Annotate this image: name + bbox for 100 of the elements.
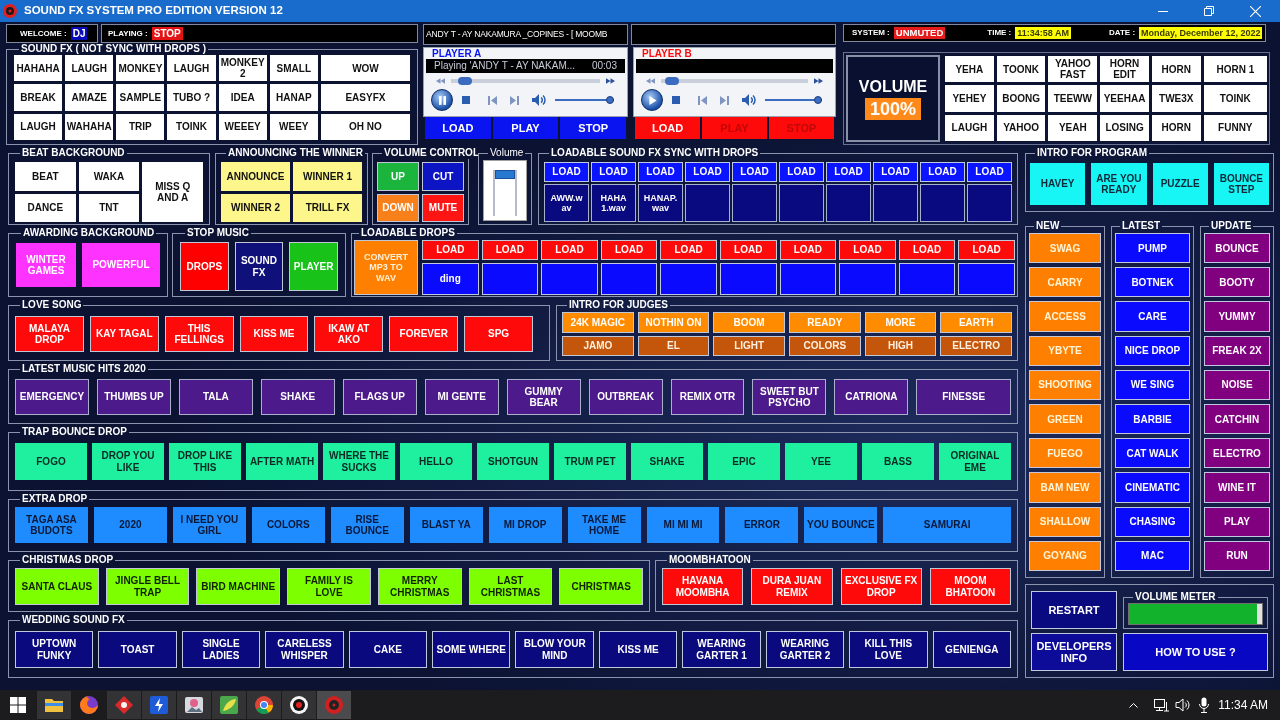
sound-button[interactable]: LAUGH (14, 113, 63, 140)
load-button[interactable]: LOAD (660, 240, 717, 260)
sound-button[interactable]: MISS Q AND A (142, 162, 203, 222)
song-button[interactable]: THUMBS UP (96, 379, 171, 415)
sound-button[interactable]: WEARING GARTER 1 (682, 631, 761, 668)
sound-button[interactable]: TWE3X (1151, 85, 1201, 112)
stop-button[interactable]: STOP (560, 117, 626, 139)
stop-button[interactable]: DROPS (180, 242, 229, 291)
sound-button[interactable]: TEEWW (1048, 85, 1098, 112)
load-button[interactable]: LOAD (635, 117, 700, 139)
intro-button[interactable]: PUZZLE (1152, 163, 1208, 205)
sound-button[interactable]: WOW (320, 55, 410, 82)
song-button[interactable]: BARBIE (1115, 404, 1190, 435)
sound-button[interactable]: LAUGH (945, 114, 994, 141)
speaker-icon[interactable] (1175, 698, 1191, 712)
drop-button[interactable]: SAMURAI (883, 507, 1011, 543)
sound-button[interactable]: MONKEY 2 (218, 55, 267, 82)
drop-button[interactable]: YEE (785, 443, 857, 480)
load-button[interactable]: LOAD (732, 162, 777, 182)
song-button[interactable]: TALA (178, 379, 253, 415)
drop-button[interactable]: AFTER MATH (246, 443, 318, 480)
sound-button[interactable]: BLOW YOUR MIND (515, 631, 594, 668)
sound-button[interactable]: AMAZE (65, 84, 114, 111)
drop-button[interactable]: EPIC (708, 443, 780, 480)
help-button[interactable]: HOW TO USE ? (1123, 633, 1268, 671)
song-button[interactable]: MALAYA DROP (15, 316, 84, 352)
intro-button[interactable]: ELECTRO (940, 335, 1012, 356)
drop-button[interactable]: HELLO (400, 443, 472, 480)
sound-button[interactable]: CARELESS WHISPER (265, 631, 344, 668)
song-button[interactable]: KAY TAGAL (89, 316, 159, 352)
song-button[interactable]: SPG (464, 316, 533, 352)
sound-button[interactable]: TOAST (98, 631, 177, 668)
sound-button[interactable]: MONKEY (116, 55, 165, 82)
intro-button[interactable]: HAVEY (1030, 163, 1086, 205)
sound-button[interactable]: DANCE (15, 193, 76, 222)
intro-button[interactable]: LIGHT (713, 335, 785, 356)
song-button[interactable]: FREAK 2X (1204, 335, 1270, 366)
song-button[interactable]: PLAY (1204, 506, 1270, 537)
load-button[interactable]: LOAD (422, 240, 479, 260)
sound-button[interactable]: KILL THIS LOVE (849, 631, 928, 668)
load-button[interactable]: LOAD (638, 162, 683, 182)
load-button[interactable]: LOAD (541, 240, 598, 260)
load-button[interactable]: LOAD (967, 162, 1012, 182)
sound-button[interactable]: BREAK (14, 84, 63, 111)
song-button[interactable]: KISS ME (239, 316, 309, 352)
song-button[interactable]: BOUNCE (1204, 233, 1270, 264)
song-button[interactable]: WINE IT (1204, 472, 1270, 503)
song-button[interactable]: IKAW AT AKO (314, 316, 384, 352)
sound-button[interactable]: YAHOO FAST (1048, 56, 1098, 83)
seek-slider[interactable] (451, 77, 600, 85)
drop-button[interactable]: YOU BOUNCE (804, 507, 878, 543)
taskbar-button[interactable] (212, 691, 246, 719)
drop-button[interactable]: SANTA CLAUS (15, 568, 99, 605)
seek-thumb[interactable] (665, 77, 679, 85)
volume-slider[interactable] (555, 96, 614, 104)
sound-button[interactable]: TRILL FX (293, 193, 362, 222)
song-button[interactable]: CATRIONA (834, 379, 909, 415)
load-button[interactable]: LOAD (839, 240, 896, 260)
sound-button[interactable]: SMALL (269, 55, 318, 82)
drop-button[interactable]: WHERE THE SUCKS (323, 443, 395, 480)
restart-button[interactable]: RESTART (1031, 591, 1117, 629)
load-button[interactable]: LOAD (481, 240, 539, 260)
song-button[interactable]: CAT WALK (1115, 438, 1190, 469)
drop-button[interactable]: MERRY CHRISTMAS (377, 568, 462, 605)
drop-button[interactable]: BASS (862, 443, 934, 480)
sound-button[interactable]: GENIENGA (932, 631, 1011, 668)
intro-button[interactable]: HIGH (864, 335, 937, 356)
taskbar-button[interactable] (37, 691, 71, 719)
volume-button[interactable]: CUT (422, 162, 464, 191)
load-button[interactable]: LOAD (685, 162, 730, 182)
sound-button[interactable]: HORN 1 (1203, 56, 1267, 83)
sound-button[interactable]: YEEHAA (1100, 85, 1149, 112)
sound-button[interactable]: HORN (1151, 56, 1201, 83)
load-button[interactable]: LOAD (920, 162, 965, 182)
taskbar-button[interactable] (247, 691, 281, 719)
sound-button[interactable]: TOINK (1203, 85, 1267, 112)
next-icon[interactable] (720, 95, 729, 105)
play-button[interactable] (641, 89, 663, 111)
sound-button[interactable]: TUBO ? (167, 84, 216, 111)
drop-button[interactable]: BIRD MACHINE (196, 568, 281, 605)
song-button[interactable]: CATCHIN (1204, 404, 1270, 435)
drop-button[interactable]: EXCLUSIVE FX DROP (840, 568, 922, 605)
drop-button[interactable]: LAST CHRISTMAS (468, 568, 553, 605)
drop-button[interactable]: CHRISTMAS (559, 568, 643, 605)
sound-button[interactable]: BOONG (996, 85, 1046, 112)
load-button[interactable]: LOAD (779, 240, 837, 260)
song-button[interactable]: REMIX OTR (670, 379, 745, 415)
play-button[interactable]: PLAY (492, 117, 559, 139)
song-button[interactable]: BOTNEK (1115, 267, 1190, 298)
sound-button[interactable]: TOONK (996, 56, 1046, 83)
song-button[interactable]: BOOTY (1204, 267, 1270, 298)
drop-button[interactable]: DURA JUAN REMIX (751, 568, 833, 605)
load-button[interactable]: LOAD (544, 162, 589, 182)
sound-button[interactable]: TOINK (167, 113, 216, 140)
load-button[interactable]: LOAD (591, 162, 636, 182)
drop-button[interactable]: DROP YOU LIKE (92, 443, 164, 480)
sound-button[interactable]: SINGLE LADIES (181, 631, 261, 668)
drop-button[interactable]: ORIGINAL EME (939, 443, 1011, 480)
song-button[interactable]: NOISE (1204, 369, 1270, 400)
sound-button[interactable]: WINNER 1 (293, 162, 362, 191)
